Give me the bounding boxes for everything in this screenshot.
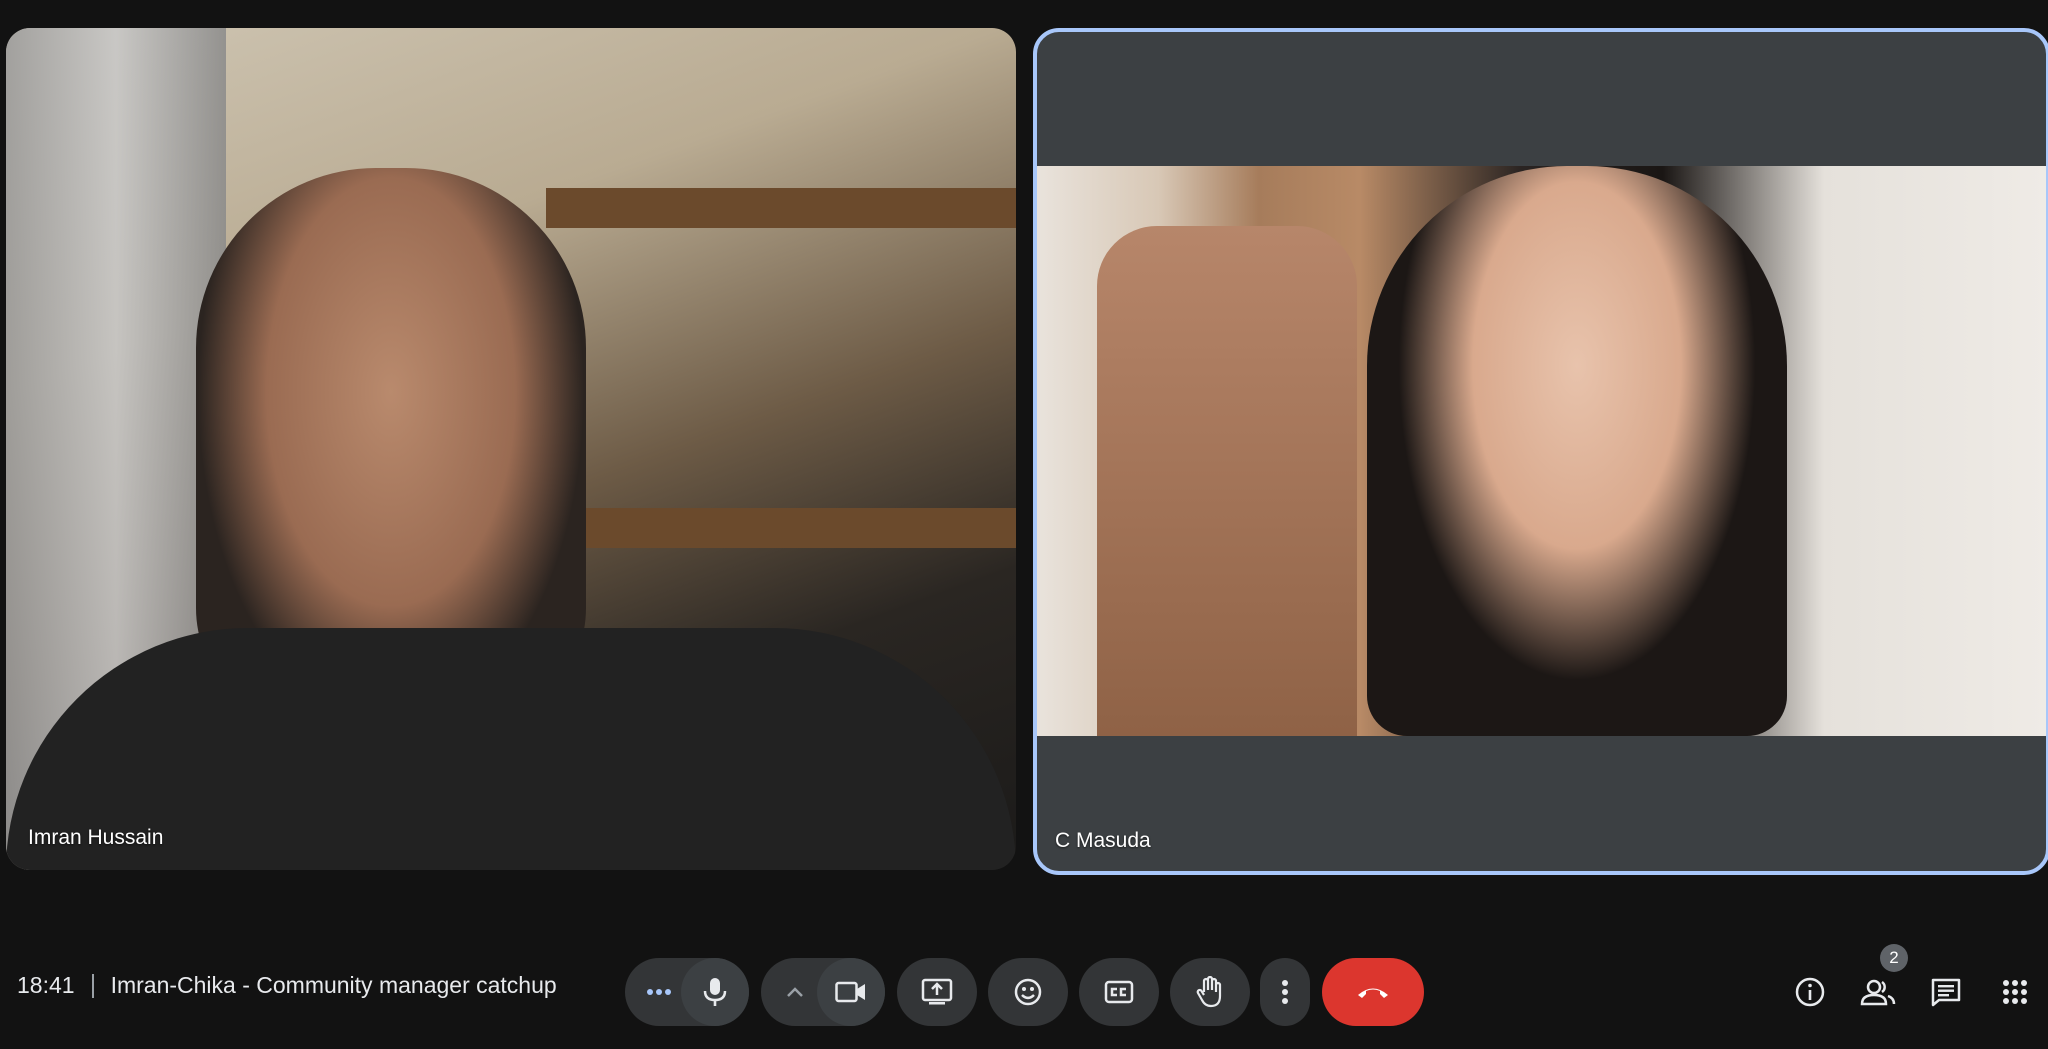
camera-button[interactable] xyxy=(817,958,885,1026)
more-options-button[interactable] xyxy=(1260,958,1310,1026)
people-icon xyxy=(1860,979,1896,1006)
call-end-icon xyxy=(1358,988,1388,998)
chevron-up-icon[interactable] xyxy=(775,980,815,1004)
participant-tile-imran[interactable]: Imran Hussain xyxy=(6,28,1016,870)
apps-icon xyxy=(2003,980,2027,1004)
raise-hand-icon xyxy=(1196,976,1222,1008)
present-screen-icon xyxy=(921,978,953,1005)
meeting-details-button[interactable] xyxy=(1786,968,1834,1016)
participant-count-badge: 2 xyxy=(1880,944,1908,972)
present-button[interactable] xyxy=(897,958,977,1026)
camera-icon xyxy=(835,981,865,1003)
activities-button[interactable] xyxy=(1991,968,2039,1016)
shelf-image xyxy=(546,508,1016,548)
person-image xyxy=(1367,166,1787,736)
shelf-image xyxy=(546,188,1016,228)
participant-tile-masuda[interactable]: C Masuda xyxy=(1033,28,2048,875)
video-control-group xyxy=(761,958,885,1026)
participant-name-label: Imran Hussain xyxy=(28,826,164,849)
more-vert-icon xyxy=(1282,980,1288,1004)
divider xyxy=(91,973,94,998)
chat-button[interactable] xyxy=(1922,968,1970,1016)
microphone-button[interactable] xyxy=(681,958,749,1026)
microphone-icon xyxy=(703,978,727,1006)
participant-name-label: C Masuda xyxy=(1055,829,1151,852)
people-button[interactable] xyxy=(1854,968,1902,1016)
emoji-button[interactable] xyxy=(988,958,1068,1026)
meeting-info: 18:41 Imran-Chika - Community manager ca… xyxy=(17,972,557,999)
raise-hand-button[interactable] xyxy=(1170,958,1250,1026)
captions-icon xyxy=(1104,980,1134,1004)
chair-image xyxy=(1097,226,1357,736)
meeting-title[interactable]: Imran-Chika - Community manager catchup xyxy=(111,972,557,999)
captions-button[interactable] xyxy=(1079,958,1159,1026)
more-options-icon[interactable] xyxy=(639,980,679,1004)
leave-call-button[interactable] xyxy=(1322,958,1424,1026)
audio-control-group xyxy=(625,958,749,1026)
info-icon xyxy=(1795,977,1825,1007)
participant-video xyxy=(1037,166,2046,736)
call-controls-bar: 18:41 Imran-Chika - Community manager ca… xyxy=(0,952,2048,1032)
chat-icon xyxy=(1931,978,1961,1007)
meeting-time: 18:41 xyxy=(17,972,75,998)
emoji-icon xyxy=(1014,978,1042,1006)
